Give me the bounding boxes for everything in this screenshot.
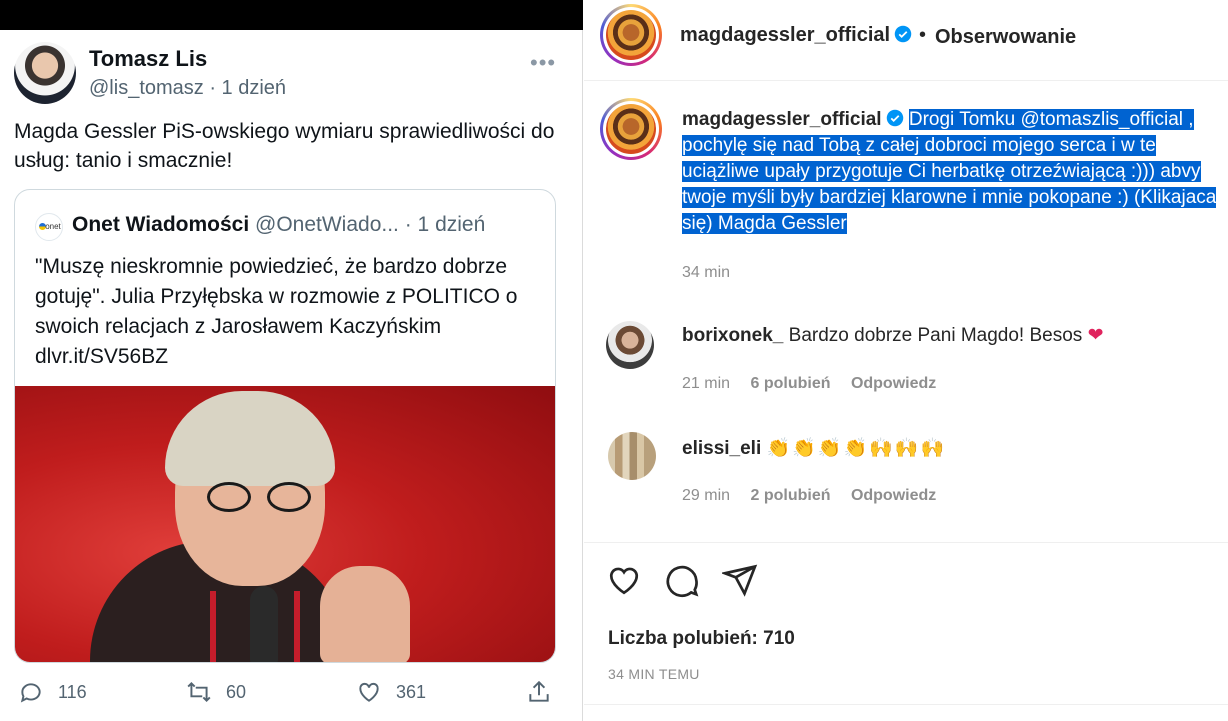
- comment-avatar-borixonek[interactable]: [606, 321, 654, 369]
- like-heart-icon[interactable]: [606, 562, 642, 598]
- comment-meta: 29 min 2 polubień Odpowiedz: [682, 487, 936, 505]
- onet-logo-text: onet: [45, 222, 61, 231]
- reply-button[interactable]: 116: [18, 679, 87, 705]
- header-avatar[interactable]: [600, 4, 662, 66]
- more-horizontal-icon[interactable]: •••: [530, 50, 556, 76]
- clap-emoji-icons: 👏👏👏👏🙌🙌🙌: [766, 438, 947, 459]
- tweet-actions: 116 60 361: [0, 675, 583, 711]
- reply-link[interactable]: Odpowiedz: [851, 487, 936, 504]
- heart-icon: [359, 682, 379, 702]
- caption-time[interactable]: 34 min: [682, 264, 730, 282]
- red-heart-icon: ❤: [1087, 325, 1104, 346]
- retweet-button[interactable]: 60: [186, 679, 246, 705]
- post-actions: [606, 562, 780, 598]
- avatar-image: [606, 10, 656, 60]
- retweet-icon: [187, 681, 211, 703]
- onet-logo-icon: onet: [35, 213, 63, 241]
- comment-time[interactable]: 21 min: [682, 375, 730, 392]
- post-caption: magdagessler_official Drogi Tomku @tomas…: [682, 107, 1228, 237]
- comment-elissi: elissi_eli 👏👏👏👏🙌🙌🙌: [682, 436, 946, 460]
- likes-count[interactable]: Liczba polubień: 710: [608, 628, 795, 650]
- share-button[interactable]: [526, 679, 566, 705]
- tweet-panel: Tomasz Lis @lis_tomasz · 1 dzień ••• Mag…: [0, 0, 583, 721]
- verified-badge-icon: [886, 109, 903, 127]
- reply-link[interactable]: Odpowiedz: [851, 375, 936, 392]
- bottom-divider: [584, 704, 1228, 705]
- header-username[interactable]: magdagessler_official: [680, 24, 912, 47]
- reply-count: 116: [58, 681, 87, 702]
- photo-hand: [320, 566, 410, 662]
- comment-avatar-elissi[interactable]: [608, 432, 656, 480]
- author-name[interactable]: Tomasz Lis: [89, 46, 207, 72]
- header-divider: [584, 80, 1228, 81]
- caption-username[interactable]: magdagessler_official: [682, 109, 882, 130]
- comment-borixonek: borixonek_ Bardzo dobrze Pani Magdo! Bes…: [682, 324, 1103, 347]
- photo-microphone: [250, 586, 278, 662]
- instagram-panel: magdagessler_official • Obserwowanie mag…: [584, 0, 1228, 721]
- verified-badge-icon: [894, 25, 912, 43]
- share-paper-plane-icon[interactable]: [722, 562, 758, 598]
- quoted-photo[interactable]: [15, 386, 555, 662]
- tweet-text: Magda Gessler PiS-owskiego wymiaru spraw…: [14, 120, 555, 172]
- author-handle[interactable]: @lis_tomasz · 1 dzień: [89, 77, 286, 100]
- share-icon: [529, 680, 549, 702]
- comment-meta: 21 min 6 polubień Odpowiedz: [682, 375, 936, 393]
- separator-dot: •: [919, 24, 927, 46]
- quoted-text: "Muszę nieskromnie powiedzieć, że bardzo…: [35, 255, 518, 368]
- like-button[interactable]: 361: [356, 679, 426, 705]
- quoted-author-handle[interactable]: @OnetWiado... · 1 dzień: [255, 213, 485, 236]
- retweet-count: 60: [226, 681, 247, 702]
- photo-glasses-right: [267, 482, 311, 512]
- caption-avatar[interactable]: [600, 98, 662, 160]
- comment-likes[interactable]: 2 polubień: [750, 487, 830, 504]
- comment-username[interactable]: elissi_eli: [682, 438, 761, 459]
- comment-likes[interactable]: 6 polubień: [750, 375, 830, 392]
- quoted-author-name[interactable]: Onet Wiadomości: [72, 213, 249, 236]
- photo-hair-shape: [165, 391, 335, 486]
- avatar-image: [606, 104, 656, 154]
- comment-bubble-icon[interactable]: [664, 562, 700, 598]
- like-count: 361: [396, 681, 427, 702]
- quoted-tweet[interactable]: onet Onet Wiadomości @OnetWiado... · 1 d…: [14, 189, 556, 663]
- photo-glasses-left: [207, 482, 251, 512]
- comment-username[interactable]: borixonek_: [682, 325, 783, 346]
- top-black-bar: [0, 0, 583, 30]
- comment-text: Bardzo dobrze Pani Magdo! Besos: [788, 325, 1083, 346]
- avatar[interactable]: [14, 42, 76, 104]
- quoted-header: Onet Wiadomości @OnetWiado... · 1 dzień: [72, 213, 485, 237]
- reply-icon: [20, 683, 41, 703]
- comment-time[interactable]: 29 min: [682, 487, 730, 504]
- actions-divider: [584, 542, 1228, 543]
- following-button[interactable]: Obserwowanie: [935, 26, 1076, 49]
- post-timestamp: 34 MIN TEMU: [608, 666, 700, 682]
- header-username-text[interactable]: magdagessler_official: [680, 24, 890, 46]
